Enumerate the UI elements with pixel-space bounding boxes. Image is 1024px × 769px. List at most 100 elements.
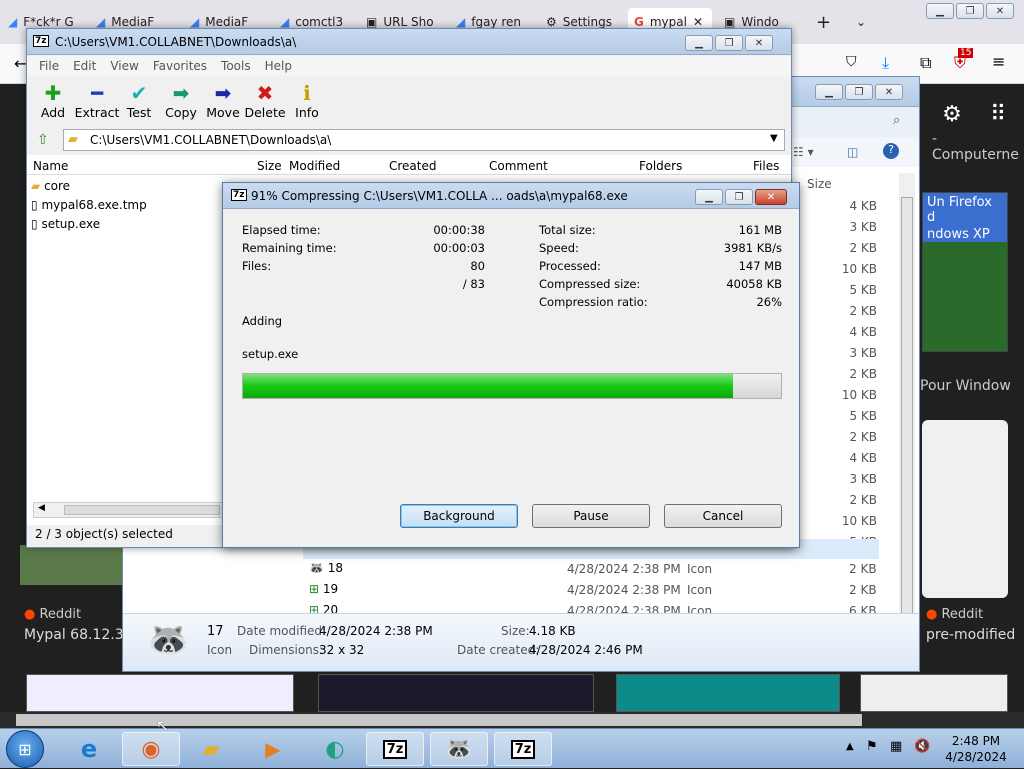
add-button[interactable]: ✚ Add <box>33 81 73 120</box>
firefox-taskbar-icon[interactable]: ◉ <box>122 732 180 766</box>
video-thumbnail[interactable] <box>318 674 594 712</box>
extract-button[interactable]: ━ Extract <box>75 81 120 120</box>
menu-tools[interactable]: Tools <box>221 59 251 73</box>
7zip-logo-icon: 7z <box>382 739 408 759</box>
menu-icon[interactable]: ≡ <box>992 52 1005 71</box>
chevron-down-icon[interactable]: ▼ <box>770 133 778 144</box>
right-article-title-top[interactable]: - Computerne <box>932 131 1024 163</box>
horizontal-scrollbar[interactable] <box>0 712 1024 728</box>
list-item[interactable]: ▰ core <box>31 179 70 193</box>
close-icon[interactable]: ✕ <box>986 3 1014 19</box>
path-combobox[interactable]: ▰ C:\Users\VM1.COLLABNET\Downloads\a\ ▼ <box>63 129 785 151</box>
minimize-icon[interactable]: ▁ <box>685 35 713 51</box>
pocket-icon[interactable]: ⛉ <box>846 54 857 70</box>
maximize-icon[interactable]: ❐ <box>725 189 753 205</box>
col-modified[interactable]: Modified <box>289 159 340 173</box>
7zip-title-bar[interactable]: 7z C:\Users\VM1.COLLABNET\Downloads\a\ <box>27 29 791 55</box>
menu-favorites[interactable]: Favorites <box>153 59 207 73</box>
minimize-icon[interactable]: ▁ <box>926 3 954 19</box>
background-button[interactable]: Background <box>400 504 518 528</box>
test-button[interactable]: ✔ Test <box>119 81 159 120</box>
scrollbar-thumb[interactable] <box>16 714 862 726</box>
file-row[interactable]: ⊞ 20 <box>309 603 338 613</box>
close-icon[interactable]: ✕ <box>755 189 787 205</box>
clock-time[interactable]: 2:48 PM <box>942 734 1010 748</box>
col-created[interactable]: Created <box>389 159 437 173</box>
video-thumbnail[interactable] <box>860 674 1008 712</box>
show-hidden-icons-icon[interactable]: ▲ <box>846 741 854 752</box>
search-icon[interactable]: ⌕ <box>893 113 900 128</box>
preview-pane-icon[interactable]: ◫ <box>847 145 858 159</box>
browser-window-controls: ▁ ❐ ✕ <box>926 3 1014 19</box>
volume-muted-icon[interactable]: 🔇 <box>914 739 930 754</box>
7zip-taskbar-icon[interactable]: 7z <box>494 732 552 766</box>
scroll-left-icon[interactable]: ◀ <box>38 503 45 513</box>
maximize-icon[interactable]: ❐ <box>845 84 873 100</box>
right-article-title-bottom[interactable]: pre-modified <box>926 627 1015 643</box>
left-thumbnail[interactable] <box>20 545 124 585</box>
download-icon[interactable]: ⤓ <box>882 53 889 73</box>
up-folder-icon[interactable]: ⇧ <box>37 132 49 148</box>
col-files[interactable]: Files <box>753 159 779 173</box>
pause-button[interactable]: Pause <box>532 504 650 528</box>
menu-help[interactable]: Help <box>265 59 292 73</box>
minimize-icon[interactable]: ▁ <box>695 189 723 205</box>
action-center-flag-icon[interactable]: ⚑ <box>866 739 878 754</box>
col-size[interactable]: Size <box>257 159 282 173</box>
clock-date[interactable]: 4/28/2024 <box>942 750 1010 764</box>
minimize-icon[interactable]: ▁ <box>815 84 843 100</box>
info-button[interactable]: ℹ Info <box>287 81 327 120</box>
7zip-taskbar-icon[interactable]: 7z <box>366 732 424 766</box>
speed-value: 3981 KB/s <box>723 241 782 255</box>
right-source-label: ● Reddit <box>926 607 984 622</box>
new-tab-plus-icon[interactable]: + <box>816 8 836 36</box>
help-icon[interactable]: ? <box>883 143 899 159</box>
size-cell: 10 KB <box>841 388 877 402</box>
explorer-taskbar-icon[interactable]: ▰ <box>182 732 240 766</box>
chevron-down-icon[interactable]: ⌄ <box>856 8 872 36</box>
video-thumbnail[interactable] <box>26 674 294 712</box>
file-row[interactable]: 🦝 18 <box>309 561 343 575</box>
copy-button[interactable]: ➡ Copy <box>161 81 201 120</box>
ie-taskbar-icon[interactable]: e <box>60 732 118 766</box>
raccoon-taskbar-icon[interactable]: 🦝 <box>430 732 488 766</box>
right-article-title[interactable]: Pour Window <box>920 378 1011 394</box>
current-file-label: setup.exe <box>242 347 299 361</box>
cancel-button[interactable]: Cancel <box>664 504 782 528</box>
size-column-header[interactable]: Size <box>807 177 832 191</box>
maximize-icon[interactable]: ❐ <box>956 3 984 19</box>
list-item[interactable]: ▯ setup.exe <box>31 217 100 231</box>
video-thumbnail[interactable] <box>616 674 840 712</box>
scrollbar-thumb[interactable] <box>64 505 220 515</box>
progress-bar <box>242 373 782 399</box>
media-player-taskbar-icon[interactable]: ▶ <box>244 732 302 766</box>
menu-file[interactable]: File <box>39 59 59 73</box>
delete-button[interactable]: ✖ Delete <box>244 81 285 120</box>
right-article-image[interactable] <box>922 420 1008 598</box>
close-icon[interactable]: ✕ <box>745 35 773 51</box>
mouse-cursor-icon: ↖ <box>156 716 170 735</box>
left-article-title[interactable]: Mypal 68.12.3/i <box>24 627 132 643</box>
scrollbar-thumb[interactable] <box>901 197 913 617</box>
move-button[interactable]: ➡ Move <box>203 81 243 120</box>
maximize-icon[interactable]: ❐ <box>715 35 743 51</box>
view-options-icon[interactable]: ☷ ▾ <box>793 145 814 159</box>
close-icon[interactable]: ✕ <box>875 84 903 100</box>
menu-view[interactable]: View <box>110 59 138 73</box>
horizontal-scrollbar[interactable]: ◀ <box>33 502 223 518</box>
col-name[interactable]: Name <box>33 159 68 173</box>
col-comment[interactable]: Comment <box>489 159 548 173</box>
col-folders[interactable]: Folders <box>639 159 682 173</box>
file-row[interactable]: ⊞ 19 <box>309 582 338 596</box>
close-icon[interactable]: ✕ <box>693 15 703 29</box>
start-button[interactable]: ⊞ <box>6 730 44 768</box>
menu-edit[interactable]: Edit <box>73 59 96 73</box>
app-taskbar-icon[interactable]: ◐ <box>306 732 364 766</box>
list-item[interactable]: ▯ mypal68.exe.tmp <box>31 198 147 212</box>
processed-label: Processed: <box>539 259 601 273</box>
network-icon[interactable]: ▦ <box>890 739 902 754</box>
vertical-scrollbar[interactable] <box>899 173 915 617</box>
extensions-icon[interactable]: ⧉ <box>920 53 931 73</box>
total-size-value: 161 MB <box>738 223 782 237</box>
right-article-thumbnail[interactable]: Un Firefox d ndows XP <box>922 192 1008 352</box>
